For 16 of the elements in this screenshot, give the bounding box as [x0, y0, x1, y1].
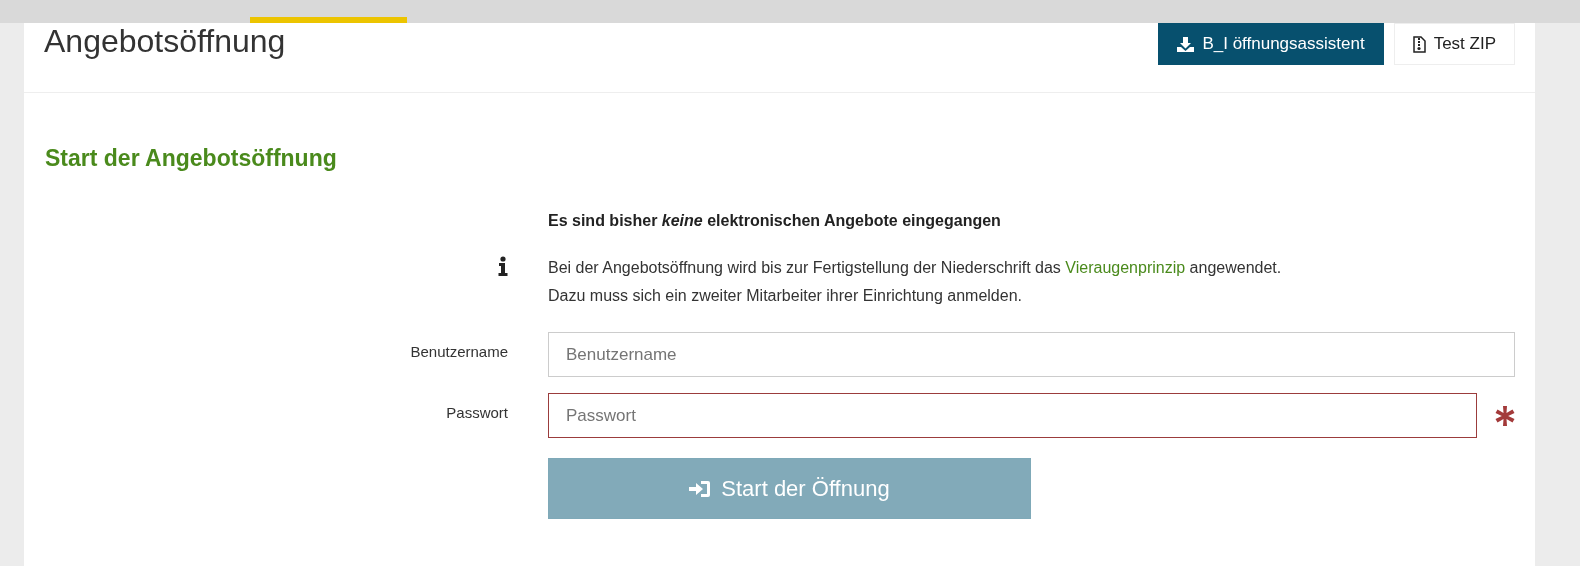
info-text: Bei der Angebotsöffnung wird bis zur Fertigstellung der Niederschrift das Vieraugenprinzip angewendet.: [548, 258, 1283, 278]
zip-file-icon: [1412, 35, 1426, 53]
field-label: Benutzername: [410, 343, 508, 360]
username-field[interactable]: Benutzername: [548, 332, 1515, 377]
section-heading: Start der Angebotsöffnung: [44, 144, 338, 173]
download-icon: [1177, 36, 1195, 52]
test-zip-button[interactable]: Test ZIP: [1393, 23, 1515, 65]
notice-text: Es sind bisher keine elektronischen Angebote eingegangen: [548, 212, 1002, 230]
field-label: Passwort: [446, 404, 508, 421]
info-link[interactable]: Vieraugenprinzip: [1065, 259, 1186, 276]
assistant-download-button[interactable]: B_I öffnungsassistent: [1158, 23, 1384, 65]
info-text: Dazu muss sich ein zweiter Mitarbeiter ihrer Einrichtung anmelden.: [548, 286, 1023, 306]
password-field[interactable]: Passwort: [548, 393, 1477, 438]
info-icon: [498, 256, 508, 276]
sign-in-icon: [689, 479, 712, 498]
page-title: Angebotsöffnung: [44, 23, 286, 59]
